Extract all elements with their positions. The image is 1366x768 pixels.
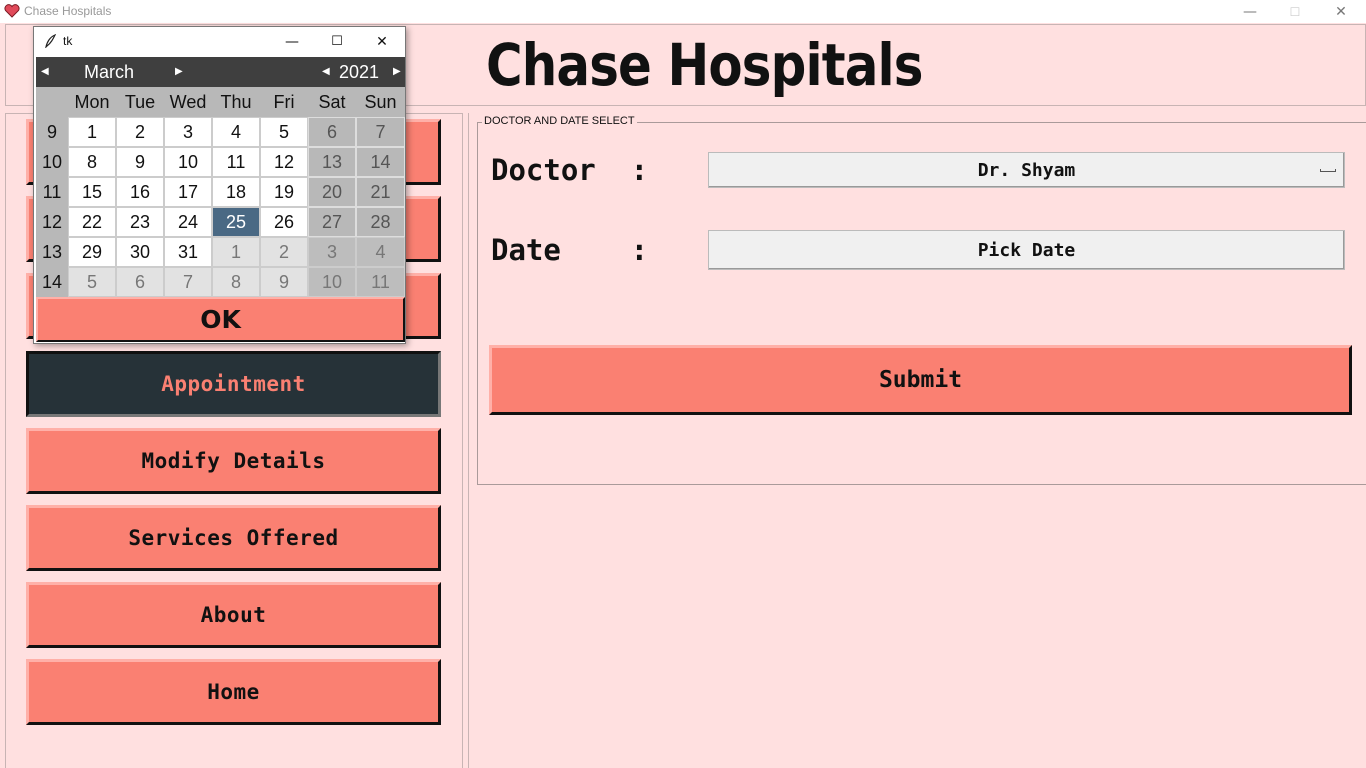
content-divider — [468, 113, 469, 768]
submit-button[interactable]: Submit — [489, 345, 1352, 415]
window-title: Chase Hospitals — [24, 4, 112, 18]
calendar-day[interactable]: 6 — [116, 267, 164, 297]
minimize-button[interactable]: — — [1227, 0, 1273, 23]
calendar-day[interactable]: 16 — [116, 177, 164, 207]
doctor-dropdown[interactable]: Dr. Shyam — [708, 152, 1345, 188]
calendar-day[interactable]: 2 — [116, 117, 164, 147]
feather-icon — [45, 34, 56, 48]
calendar-day[interactable]: 7 — [356, 117, 405, 147]
page-title: Chase Hospitals — [486, 30, 923, 100]
calendar-day-selected[interactable]: 25 — [212, 207, 260, 237]
calendar-day[interactable]: 18 — [212, 177, 260, 207]
calendar-day[interactable]: 3 — [308, 237, 356, 267]
pick-date-button[interactable]: Pick Date — [708, 230, 1345, 270]
week-number: 10 — [36, 147, 68, 177]
nav-button-about[interactable]: About — [26, 582, 441, 648]
calendar-day[interactable]: 3 — [164, 117, 212, 147]
calendar-day[interactable]: 27 — [308, 207, 356, 237]
calendar-day[interactable]: 15 — [68, 177, 116, 207]
nav-button-appointment[interactable]: Appointment — [26, 351, 441, 417]
calendar-month: March — [84, 62, 135, 82]
calendar-day[interactable]: 14 — [356, 147, 405, 177]
popup-close-button[interactable]: ✕ — [360, 27, 404, 56]
week-number: 11 — [36, 177, 68, 207]
day-name-mon: Mon — [68, 87, 116, 117]
day-name-tue: Tue — [116, 87, 164, 117]
calendar-day[interactable]: 29 — [68, 237, 116, 267]
calendar-day[interactable]: 31 — [164, 237, 212, 267]
calendar-day[interactable]: 11 — [356, 267, 405, 297]
day-name-thu: Thu — [212, 87, 260, 117]
calendar-day[interactable]: 1 — [68, 117, 116, 147]
calendar-day[interactable]: 6 — [308, 117, 356, 147]
dropdown-arrow-icon — [1320, 169, 1336, 172]
week-number: 9 — [36, 117, 68, 147]
week-number: 13 — [36, 237, 68, 267]
calendar-day[interactable]: 13 — [308, 147, 356, 177]
day-name-wed: Wed — [164, 87, 212, 117]
calendar-day[interactable]: 9 — [260, 267, 308, 297]
calendar-day[interactable]: 8 — [68, 147, 116, 177]
day-name-fri: Fri — [260, 87, 308, 117]
calendar-day[interactable]: 17 — [164, 177, 212, 207]
calendar-day[interactable]: 5 — [68, 267, 116, 297]
day-name-sat: Sat — [308, 87, 356, 117]
calendar-day[interactable]: 4 — [212, 117, 260, 147]
calendar-day[interactable]: 12 — [260, 147, 308, 177]
calendar-day[interactable]: 8 — [212, 267, 260, 297]
nav-button-modify-details[interactable]: Modify Details — [26, 428, 441, 494]
doctor-label: Doctor : — [491, 153, 649, 187]
calendar-day[interactable]: 19 — [260, 177, 308, 207]
maximize-button[interactable]: ☐ — [1272, 0, 1318, 23]
calendar-day[interactable]: 7 — [164, 267, 212, 297]
prev-month-icon[interactable]: ◀ — [41, 66, 49, 77]
calendar-day[interactable]: 4 — [356, 237, 405, 267]
calendar-day[interactable]: 1 — [212, 237, 260, 267]
heart-icon — [4, 4, 20, 18]
ok-button[interactable]: OK — [36, 297, 405, 342]
close-button[interactable]: ✕ — [1318, 0, 1364, 23]
calendar-year: 2021 — [339, 62, 380, 82]
week-number: 12 — [36, 207, 68, 237]
date-label: Date : — [491, 233, 649, 267]
next-year-icon[interactable]: ▶ — [393, 66, 401, 77]
window-titlebar: Chase Hospitals — ☐ ✕ — [0, 0, 1366, 23]
calendar-day[interactable]: 5 — [260, 117, 308, 147]
panel-legend: DOCTOR AND DATE SELECT — [482, 115, 637, 127]
popup-maximize-button[interactable]: ☐ — [315, 27, 359, 56]
calendar-day[interactable]: 24 — [164, 207, 212, 237]
calendar-day[interactable]: 26 — [260, 207, 308, 237]
next-month-icon[interactable]: ▶ — [175, 66, 183, 77]
calendar-day[interactable]: 30 — [116, 237, 164, 267]
page-title-text: Chase Hospitals — [486, 31, 923, 99]
calendar-day[interactable]: 10 — [164, 147, 212, 177]
day-name-sun: Sun — [356, 87, 405, 117]
calendar-day[interactable]: 9 — [116, 147, 164, 177]
doctor-dropdown-value: Dr. Shyam — [977, 159, 1076, 181]
calendar-day[interactable]: 2 — [260, 237, 308, 267]
calendar-day[interactable]: 11 — [212, 147, 260, 177]
calendar-day[interactable]: 21 — [356, 177, 405, 207]
popup-minimize-button[interactable]: — — [270, 27, 314, 56]
week-number: 14 — [36, 267, 68, 297]
nav-button-home[interactable]: Home — [26, 659, 441, 725]
calendar-day[interactable]: 10 — [308, 267, 356, 297]
calendar-day[interactable]: 23 — [116, 207, 164, 237]
calendar-header: ◀ March ▶ ◀ 2021 ▶ — [36, 57, 405, 87]
calendar-day[interactable]: 22 — [68, 207, 116, 237]
popup-titlebar: tk — ☐ ✕ — [34, 27, 405, 56]
nav-button-services-offered[interactable]: Services Offered — [26, 505, 441, 571]
calendar-popup-window: tk — ☐ ✕ ◀ March ▶ ◀ 2021 ▶ Mon Tue Wed Thu… — [33, 26, 406, 344]
popup-title: tk — [63, 34, 73, 48]
calendar-day[interactable]: 20 — [308, 177, 356, 207]
prev-year-icon[interactable]: ◀ — [322, 66, 330, 77]
calendar-day[interactable]: 28 — [356, 207, 405, 237]
